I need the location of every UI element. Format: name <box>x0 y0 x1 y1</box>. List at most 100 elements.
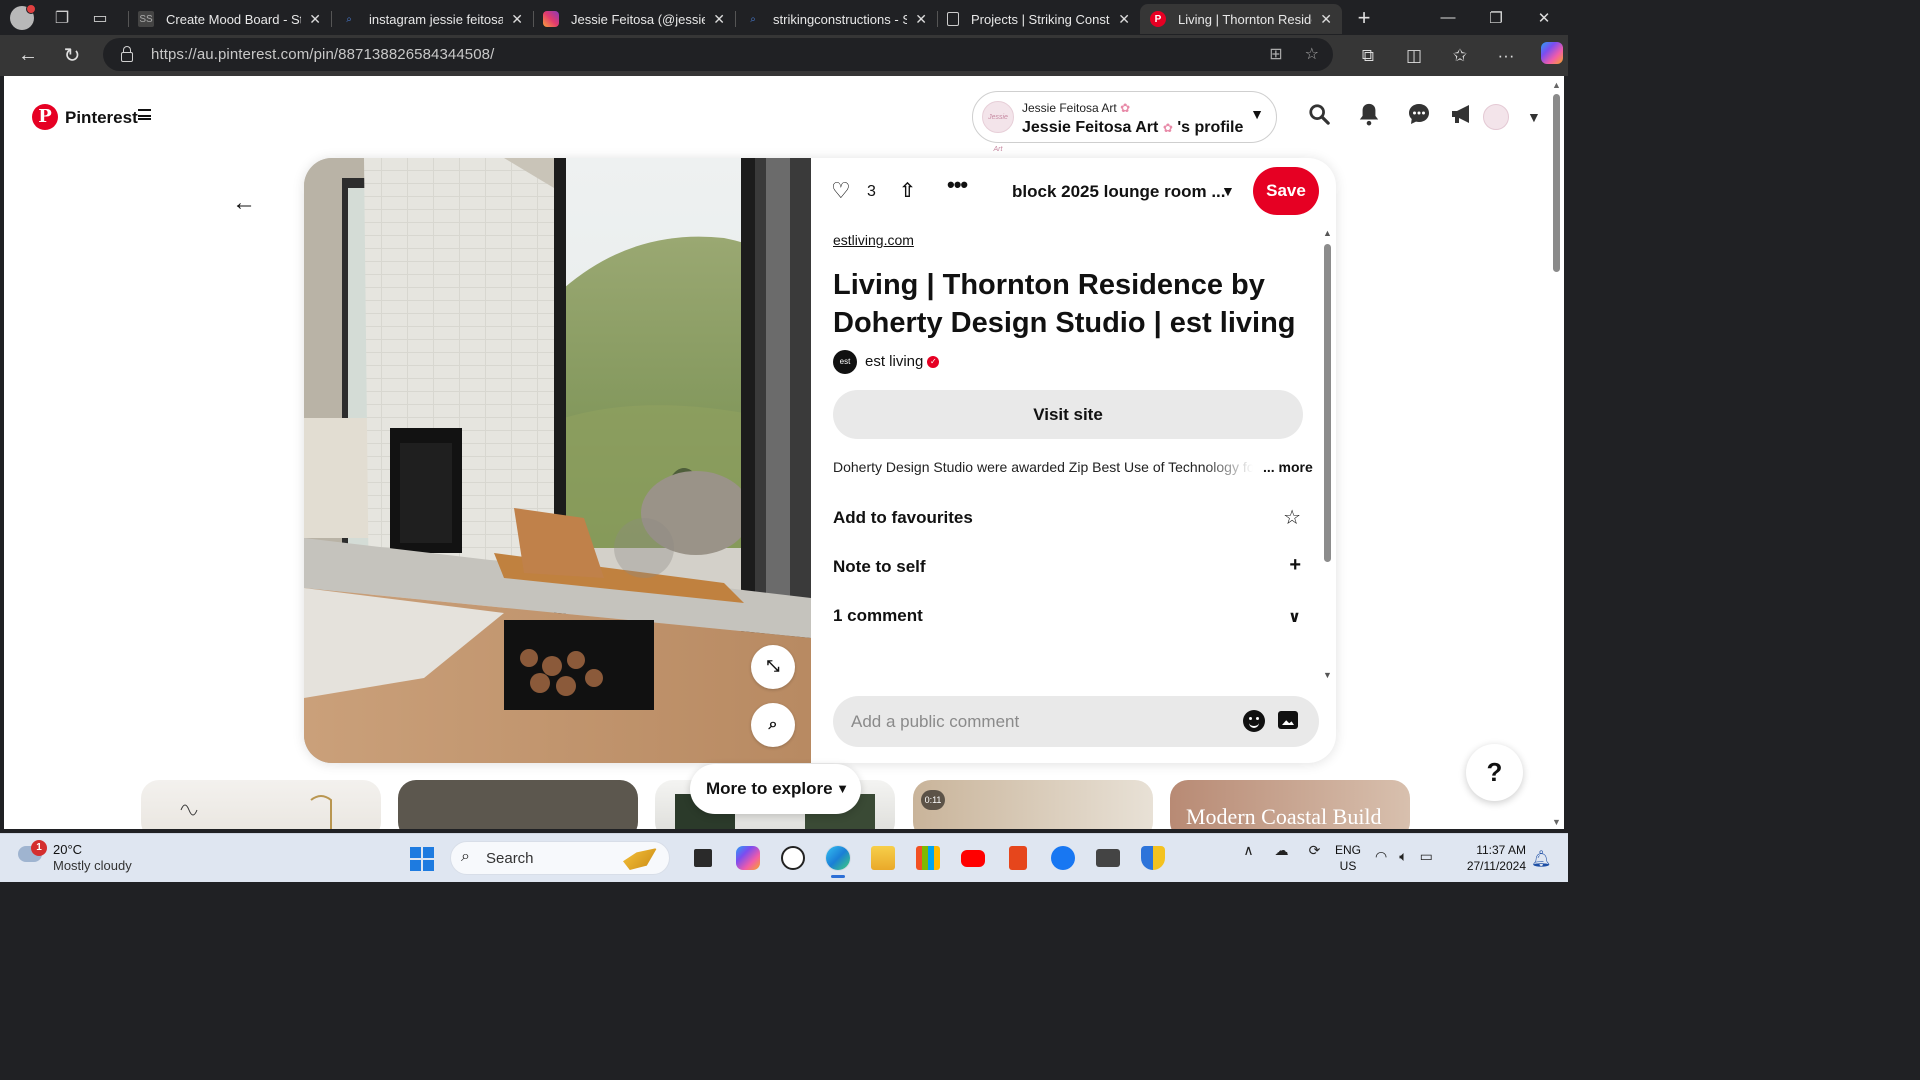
onedrive-cloud-icon[interactable]: ☁ <box>1265 842 1298 859</box>
close-icon[interactable]: ✕ <box>1118 11 1130 28</box>
tab-instagram-search[interactable]: ⌕ instagram jessie feitosa - S ✕ <box>331 4 533 34</box>
author-avatar[interactable]: est <box>833 350 857 374</box>
close-icon[interactable]: ✕ <box>309 11 321 28</box>
save-button[interactable]: Save <box>1253 167 1319 215</box>
browser-profile-icon[interactable] <box>10 3 36 30</box>
url-text[interactable]: https://au.pinterest.com/pin/88713882658… <box>151 46 494 63</box>
notification-center-icon[interactable]: 🔔︎ <box>1531 849 1551 869</box>
microsoft-store-icon[interactable] <box>905 841 950 875</box>
add-to-favourites-row[interactable]: Add to favourites ☆ <box>833 503 1301 533</box>
close-icon[interactable]: ✕ <box>511 11 523 28</box>
favorite-star-icon[interactable]: ☆ <box>1305 44 1319 64</box>
close-icon[interactable]: ✕ <box>713 11 725 28</box>
visit-site-button[interactable]: Visit site <box>833 390 1303 439</box>
pin-image[interactable]: ⤡ ⌕ <box>304 158 811 763</box>
address-bar[interactable]: https://au.pinterest.com/pin/88713882658… <box>103 38 1333 71</box>
explore-card[interactable]: 0:11 <box>913 780 1153 829</box>
dell-icon[interactable] <box>770 841 815 875</box>
security-shield-icon[interactable] <box>1130 841 1175 875</box>
language-indicator[interactable]: ENG US <box>1333 842 1363 874</box>
close-icon[interactable]: ✕ <box>915 11 927 28</box>
back-icon[interactable]: ← <box>6 44 50 67</box>
minimize-icon[interactable]: — <box>1424 9 1472 26</box>
close-icon[interactable]: ✕ <box>1320 11 1332 28</box>
show-hidden-icons-icon[interactable]: ∧ <box>1232 842 1265 859</box>
pinterest-logo-icon[interactable]: P <box>32 104 58 130</box>
settings-more-icon[interactable]: ··· <box>1483 46 1529 66</box>
scroll-up-icon[interactable]: ▲ <box>1552 80 1561 90</box>
split-screen-icon[interactable]: ◫ <box>1391 46 1437 66</box>
expand-icon[interactable]: ⤡ <box>751 645 795 689</box>
scroll-up-icon[interactable]: ▲ <box>1323 228 1332 238</box>
copilot-icon[interactable] <box>1529 42 1575 69</box>
weather-temperature[interactable]: 20°C <box>53 842 82 857</box>
search-icon[interactable] <box>1294 103 1344 131</box>
scroll-down-icon[interactable]: ▼ <box>1323 670 1332 680</box>
chevron-down-icon[interactable]: ▼ <box>1221 183 1235 199</box>
refresh-icon[interactable]: ↻ <box>50 43 94 68</box>
task-view-icon[interactable] <box>680 841 725 875</box>
comments-row[interactable]: 1 comment ∨ <box>833 601 1301 631</box>
system-tray: ∧ ☁ ⟳ <box>1232 842 1331 859</box>
tab-pinterest-active[interactable]: P Living | Thornton Residen ✕ <box>1140 4 1342 34</box>
back-arrow-icon[interactable]: ← <box>232 189 256 217</box>
page-scrollbar[interactable]: ▲ ▼ <box>1549 76 1564 829</box>
note-to-self-row[interactable]: Note to self + <box>833 552 1301 582</box>
more-options-icon[interactable]: ••• <box>947 172 968 198</box>
author-label[interactable]: est living <box>865 353 923 370</box>
details-scrollbar[interactable]: ▲ ▼ <box>1320 228 1334 680</box>
source-link[interactable]: estliving.com <box>833 232 914 248</box>
printer-icon[interactable] <box>1085 841 1130 875</box>
app-available-icon[interactable]: ⊞ <box>1269 44 1282 64</box>
profile-switcher[interactable]: Jessie Art Jessie Feitosa Art ✿ Jessie F… <box>972 91 1277 153</box>
lock-icon[interactable] <box>121 45 133 62</box>
more-link[interactable]: ... more <box>1263 459 1313 475</box>
copilot-app-icon[interactable] <box>725 841 770 875</box>
workspaces-icon[interactable]: ❐ <box>52 8 72 28</box>
notifications-bell-icon[interactable] <box>1344 102 1394 132</box>
comment-input[interactable] <box>851 696 1231 747</box>
scroll-thumb[interactable] <box>1324 244 1331 562</box>
tab-projects[interactable]: Projects | Striking Constru ✕ <box>937 4 1140 34</box>
chevron-down-icon[interactable]: ▼ <box>1527 109 1541 125</box>
page-scroll-thumb[interactable] <box>1553 94 1560 272</box>
file-explorer-icon[interactable] <box>860 841 905 875</box>
tab-mood-board[interactable]: SS Create Mood Board - Styl ✕ <box>128 4 331 34</box>
taskbar-clock[interactable]: 11:37 AM 27/11/2024 <box>1454 842 1526 874</box>
weather-description[interactable]: Mostly cloudy <box>53 858 132 873</box>
more-to-explore-button[interactable]: More to explore ▼ <box>690 764 861 814</box>
facebook-icon[interactable] <box>1040 841 1085 875</box>
explore-card[interactable]: Modern Coastal Build <box>1170 780 1410 829</box>
office-icon[interactable] <box>995 841 1040 875</box>
close-window-icon[interactable]: ✕ <box>1520 9 1568 27</box>
explore-card[interactable] <box>398 780 638 829</box>
brand-name[interactable]: Pinterest <box>65 108 138 128</box>
new-tab-icon[interactable]: + <box>1352 5 1376 31</box>
explore-card[interactable] <box>141 780 381 829</box>
emoji-icon[interactable] <box>1243 710 1265 732</box>
megaphone-icon[interactable] <box>1444 103 1480 131</box>
tab-striking-search[interactable]: ⌕ strikingconstructions - Se ✕ <box>735 4 937 34</box>
visual-search-icon[interactable]: ⌕ <box>751 703 795 747</box>
board-selector[interactable]: block 2025 lounge room ... <box>1012 182 1226 202</box>
heart-icon[interactable]: ♡ <box>831 178 851 204</box>
edge-browser-icon[interactable] <box>815 841 860 878</box>
tab-instagram-profile[interactable]: Jessie Feitosa (@jessie_fei ✕ <box>533 4 735 34</box>
system-status-icons[interactable]: ◠ 🔈︎ ▭ <box>1375 848 1433 865</box>
author-name[interactable]: est living ✓ <box>865 353 940 370</box>
user-avatar[interactable] <box>1483 104 1509 130</box>
windows-start-icon[interactable] <box>410 847 434 871</box>
favorites-icon[interactable]: ✩ <box>1437 46 1483 66</box>
help-button[interactable]: ? <box>1466 744 1523 801</box>
taskbar-search[interactable]: ⌕ Search <box>450 841 670 875</box>
sync-icon[interactable]: ⟳ <box>1298 842 1331 859</box>
vertical-tabs-icon[interactable]: ▭ <box>90 8 110 28</box>
menu-icon[interactable] <box>138 109 151 120</box>
share-icon[interactable]: ⇧ <box>899 178 916 203</box>
extensions-icon[interactable]: ⧉ <box>1345 46 1391 66</box>
scroll-down-icon[interactable]: ▼ <box>1552 817 1561 827</box>
restore-icon[interactable]: ❐ <box>1472 9 1520 27</box>
image-upload-icon[interactable] <box>1278 711 1298 729</box>
messages-icon[interactable] <box>1394 102 1444 132</box>
youtube-icon[interactable] <box>950 841 995 875</box>
